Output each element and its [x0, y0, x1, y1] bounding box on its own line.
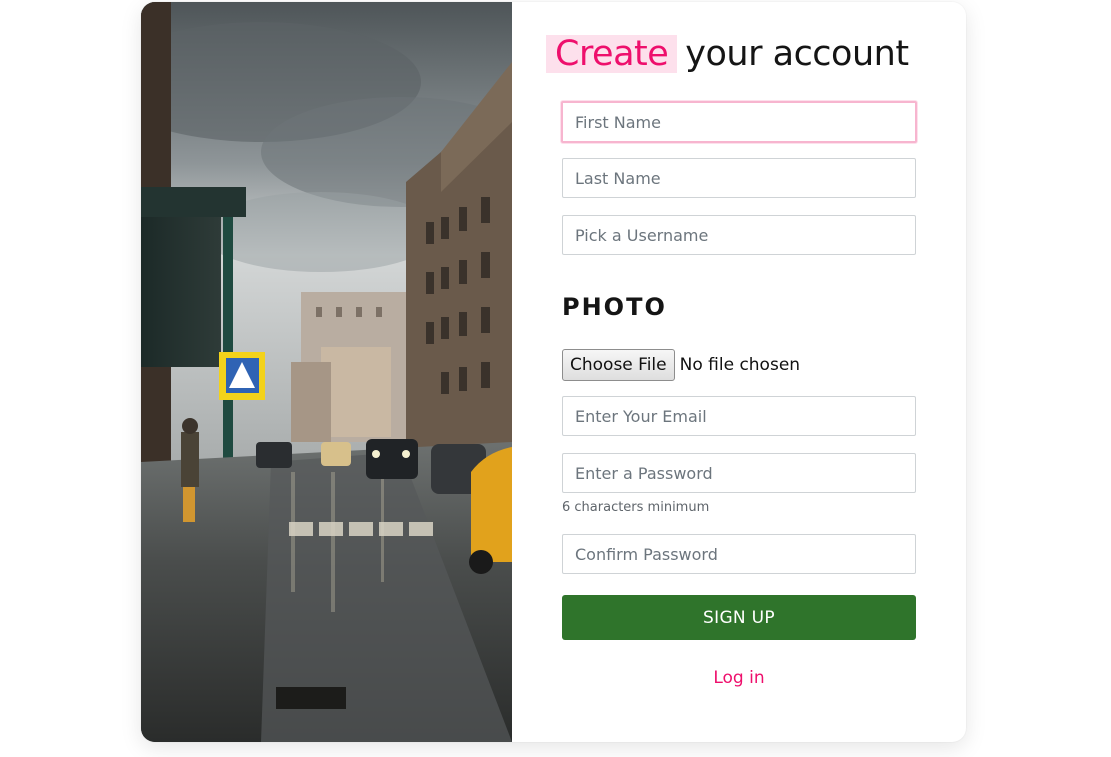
first-name-input[interactable]	[561, 101, 917, 143]
signup-button[interactable]: SIGN UP	[562, 595, 916, 640]
email-input[interactable]	[562, 396, 916, 436]
last-name-input[interactable]	[562, 158, 916, 198]
photo-section-label: PHOTO	[562, 293, 667, 321]
file-status-text: No file chosen	[679, 354, 801, 375]
password-hint: 6 characters minimum	[562, 500, 710, 515]
signup-form-panel: Createyour account PHOTO Choose File No …	[512, 2, 966, 742]
username-input[interactable]	[562, 215, 916, 255]
password-input[interactable]	[562, 453, 916, 493]
choose-file-button[interactable]: Choose File	[562, 348, 675, 381]
page-title: Create your account	[546, 30, 909, 78]
login-link[interactable]: Log in	[562, 668, 916, 688]
title-rest: your account	[685, 34, 909, 74]
signup-card: Createyour account PHOTO Choose File No …	[141, 2, 966, 742]
title-highlight: Create	[546, 35, 678, 73]
photo-file-picker: Choose File No file chosen	[562, 348, 800, 381]
city-street-photo	[141, 2, 512, 742]
confirm-password-input[interactable]	[562, 534, 916, 574]
